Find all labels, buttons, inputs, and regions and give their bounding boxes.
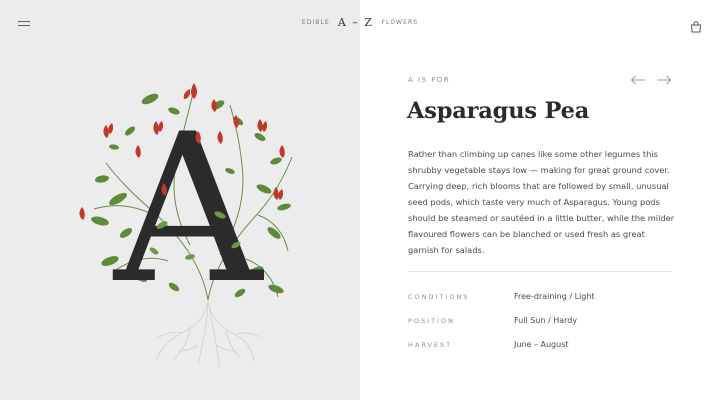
spec-row-position: POSITION Full Sun / Hardy (408, 314, 678, 338)
spec-label: CONDITIONS (408, 293, 470, 301)
arrow-left-glyph (630, 75, 645, 85)
arrow-right-glyph (657, 75, 672, 85)
brand-logo[interactable]: EDIBLE A – Z FLOWERS (0, 16, 720, 29)
letter-a-botanical-art: A (79, 83, 293, 368)
letter-a-glyph: A (112, 91, 265, 329)
divider (408, 271, 672, 272)
entry-navigation (630, 72, 672, 86)
entry-description: Rather than climbing up canes like some … (408, 149, 675, 255)
brand-mark: A – Z (337, 16, 374, 29)
page-title: Asparagus Pea (407, 98, 590, 124)
entry-eyebrow: A IS FOR (408, 76, 451, 84)
brand-right-text: FLOWERS (381, 19, 419, 26)
spec-label: POSITION (408, 317, 455, 325)
spec-label: HARVEST (408, 341, 453, 349)
asparagus-pea-illustration: A (70, 75, 300, 370)
spec-value: June – August (514, 340, 569, 349)
arrow-left-icon[interactable] (630, 72, 646, 86)
shopping-bag-glyph (690, 21, 702, 33)
shopping-bag-icon[interactable] (690, 18, 702, 33)
top-bar: EDIBLE A – Z FLOWERS (0, 0, 720, 48)
spec-row-conditions: CONDITIONS Free-draining / Light (408, 290, 678, 314)
arrow-right-icon[interactable] (656, 72, 672, 86)
spec-row-harvest: HARVEST June – August (408, 338, 678, 362)
spec-value: Full Sun / Hardy (514, 316, 578, 325)
specs-list: CONDITIONS Free-draining / Light POSITIO… (408, 290, 678, 362)
spec-value: Free-draining / Light (514, 292, 595, 301)
brand-left-text: EDIBLE (301, 19, 330, 26)
